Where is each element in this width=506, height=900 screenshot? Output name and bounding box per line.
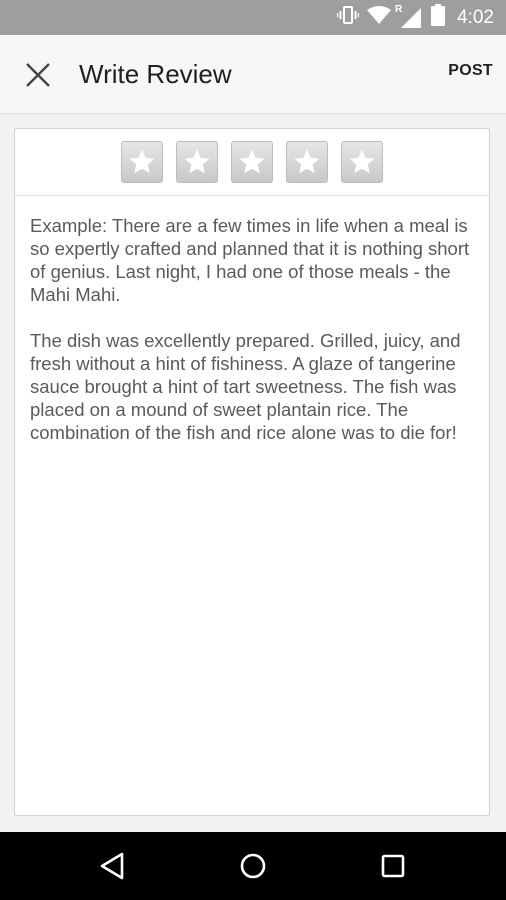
status-time: 4:02 — [457, 6, 494, 28]
post-button[interactable]: POST — [448, 62, 493, 80]
star-icon — [239, 149, 265, 174]
star-3-button[interactable] — [231, 141, 273, 183]
star-icon — [349, 149, 375, 174]
home-button[interactable] — [233, 846, 273, 886]
back-button[interactable] — [92, 846, 132, 886]
star-2-button[interactable] — [176, 141, 218, 183]
star-1-button[interactable] — [121, 141, 163, 183]
wifi-icon — [367, 6, 392, 29]
status-bar: R 4:02 — [0, 0, 506, 35]
status-icons: R 4:02 — [336, 0, 494, 35]
vibrate-icon — [336, 5, 360, 30]
close-button[interactable] — [18, 55, 58, 95]
app-bar: Write Review POST — [0, 35, 506, 114]
star-icon — [184, 149, 210, 174]
battery-icon — [431, 4, 446, 31]
page-title: Write Review — [79, 59, 232, 89]
star-rating[interactable] — [15, 129, 489, 196]
close-icon — [26, 63, 50, 87]
navigation-bar — [0, 832, 506, 900]
star-5-button[interactable] — [341, 141, 383, 183]
home-icon — [240, 853, 266, 879]
review-card: Example: There are a few times in life w… — [14, 128, 490, 816]
recents-button[interactable] — [373, 846, 413, 886]
back-icon — [100, 852, 124, 880]
star-4-button[interactable] — [286, 141, 328, 183]
recents-icon — [381, 854, 405, 878]
review-input[interactable]: Example: There are a few times in life w… — [30, 214, 478, 444]
star-icon — [294, 149, 320, 174]
star-icon — [129, 149, 155, 174]
signal-roaming-icon: R — [395, 4, 423, 29]
